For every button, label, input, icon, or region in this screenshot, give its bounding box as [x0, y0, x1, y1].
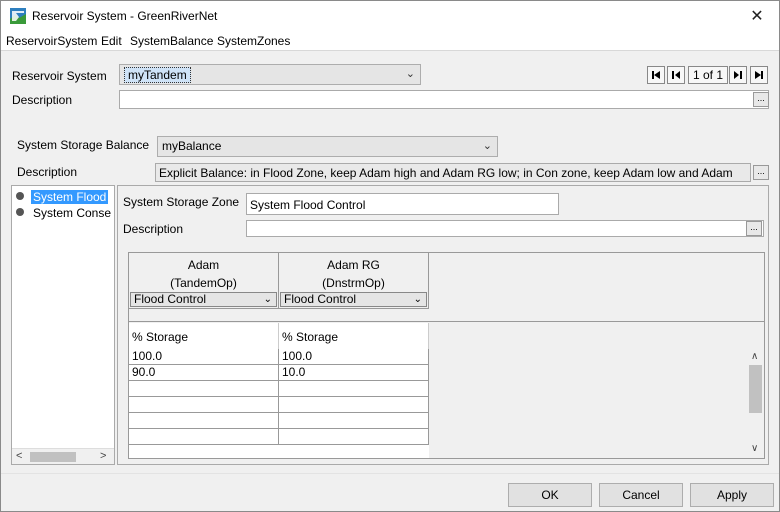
greenrivernet-app-icon: [10, 8, 26, 24]
last-record-button[interactable]: [750, 66, 768, 84]
table-cell[interactable]: [129, 429, 279, 445]
table-vertical-scrollbar[interactable]: ∧ ∨: [747, 349, 764, 458]
reservoir-description-ellipsis-button[interactable]: ...: [753, 92, 769, 107]
reservoir-system-select[interactable]: myTandem ⌄: [119, 64, 421, 85]
chevron-down-icon: ⌄: [263, 294, 272, 305]
record-count: 1 of 1: [688, 66, 728, 84]
zone-description-ellipsis-button[interactable]: ...: [746, 221, 762, 236]
storage-table: Adam (TandemOp) Flood Control ⌄ Adam RG …: [128, 252, 765, 459]
menu-reservoirsystem[interactable]: ReservoirSystem: [6, 34, 97, 48]
table-cell[interactable]: [279, 381, 429, 397]
first-record-button[interactable]: [647, 66, 665, 84]
reservoir-description-field[interactable]: [119, 90, 769, 109]
previous-record-icon: [672, 71, 680, 79]
balance-description-ellipsis-button[interactable]: ...: [753, 165, 769, 180]
cancel-button[interactable]: Cancel: [599, 483, 683, 507]
tree-item-system-flood[interactable]: System Flood: [16, 190, 109, 204]
balance-description-label: Description: [17, 165, 78, 179]
storage-balance-label: System Storage Balance: [17, 138, 150, 152]
scroll-up-icon[interactable]: ∧: [751, 351, 758, 362]
ok-button[interactable]: OK: [508, 483, 592, 507]
column-method: (TandemOp): [170, 276, 237, 290]
column-header-adam: Adam (TandemOp) Flood Control ⌄: [129, 253, 279, 309]
scroll-right-icon[interactable]: >: [100, 450, 106, 462]
column-zone-select[interactable]: Flood Control ⌄: [130, 292, 277, 307]
close-window-button[interactable]: ✕: [735, 1, 779, 31]
scroll-left-icon[interactable]: <: [16, 450, 22, 462]
tree-horizontal-scrollbar[interactable]: < >: [12, 448, 114, 464]
chevron-down-icon: ⌄: [482, 140, 492, 152]
table-cell[interactable]: [129, 413, 279, 429]
column-zone-value: Flood Control: [284, 292, 357, 306]
last-record-icon: [755, 71, 763, 79]
table-cell[interactable]: [129, 397, 279, 413]
column-header-adam-rg: Adam RG (DnstrmOp) Flood Control ⌄: [279, 253, 429, 309]
zone-description-label: Description: [123, 222, 184, 236]
table-cell[interactable]: 100.0: [129, 349, 279, 365]
table-cell[interactable]: [279, 397, 429, 413]
table-cell[interactable]: [129, 381, 279, 397]
column-method: (DnstrmOp): [322, 276, 385, 290]
column-zone-value: Flood Control: [134, 292, 207, 306]
column-name: Adam: [187, 258, 220, 272]
reservoir-system-window: Reservoir System - GreenRiverNet ✕ Reser…: [0, 0, 780, 512]
balance-description-field[interactable]: Explicit Balance: in Flood Zone, keep Ad…: [155, 163, 751, 182]
bullet-icon: [16, 208, 24, 216]
reservoir-description-label: Description: [12, 93, 73, 107]
table-cell[interactable]: 10.0: [279, 365, 429, 381]
table-cell[interactable]: [279, 429, 429, 445]
storage-zone-field[interactable]: System Flood Control: [246, 193, 559, 215]
storage-balance-select[interactable]: myBalance ⌄: [157, 136, 498, 157]
column-name: Adam RG: [327, 258, 380, 272]
menu-systemzones[interactable]: SystemZones: [217, 34, 290, 48]
first-record-icon: [652, 71, 660, 79]
next-record-icon: [734, 71, 742, 79]
table-cell[interactable]: 100.0: [279, 349, 429, 365]
bullet-icon: [16, 192, 24, 200]
scrollbar-thumb[interactable]: [30, 452, 76, 462]
close-icon: ✕: [750, 8, 764, 25]
scrollbar-thumb[interactable]: [749, 365, 762, 413]
footer-divider: [1, 473, 779, 474]
subheader-adam-rg: % Storage: [279, 323, 429, 349]
column-zone-select[interactable]: Flood Control ⌄: [280, 292, 427, 307]
table-cell[interactable]: [279, 413, 429, 429]
scroll-down-icon[interactable]: ∨: [751, 443, 758, 454]
storage-zone-label: System Storage Zone: [123, 195, 240, 209]
reservoir-system-label: Reservoir System: [12, 69, 107, 83]
subheader-adam: % Storage: [129, 323, 279, 349]
zone-tree: System Flood System Conse < >: [11, 185, 115, 465]
apply-button[interactable]: Apply: [690, 483, 774, 507]
menu-edit[interactable]: Edit: [101, 34, 122, 48]
divider: [129, 321, 764, 322]
zone-description-field[interactable]: [246, 220, 764, 237]
tree-item-label: System Flood: [31, 190, 109, 204]
window-title: Reservoir System - GreenRiverNet: [32, 9, 218, 23]
chevron-down-icon: ⌄: [405, 68, 415, 80]
title-bar: Reservoir System - GreenRiverNet ✕: [1, 1, 779, 31]
reservoir-system-value: myTandem: [124, 67, 191, 83]
tree-item-label: System Conse: [33, 206, 112, 220]
tree-item-system-conse[interactable]: System Conse: [16, 206, 113, 220]
previous-record-button[interactable]: [667, 66, 685, 84]
chevron-down-icon: ⌄: [413, 294, 422, 305]
storage-balance-value: myBalance: [162, 139, 222, 153]
menu-bar: ReservoirSystem Edit SystemBalance Syste…: [1, 31, 779, 51]
menu-systembalance[interactable]: SystemBalance: [130, 34, 213, 48]
next-record-button[interactable]: [729, 66, 747, 84]
table-body: 100.0 100.0 90.0 10.0: [129, 349, 429, 458]
table-cell[interactable]: 90.0: [129, 365, 279, 381]
zone-panel: System Storage Zone System Flood Control…: [117, 185, 769, 465]
